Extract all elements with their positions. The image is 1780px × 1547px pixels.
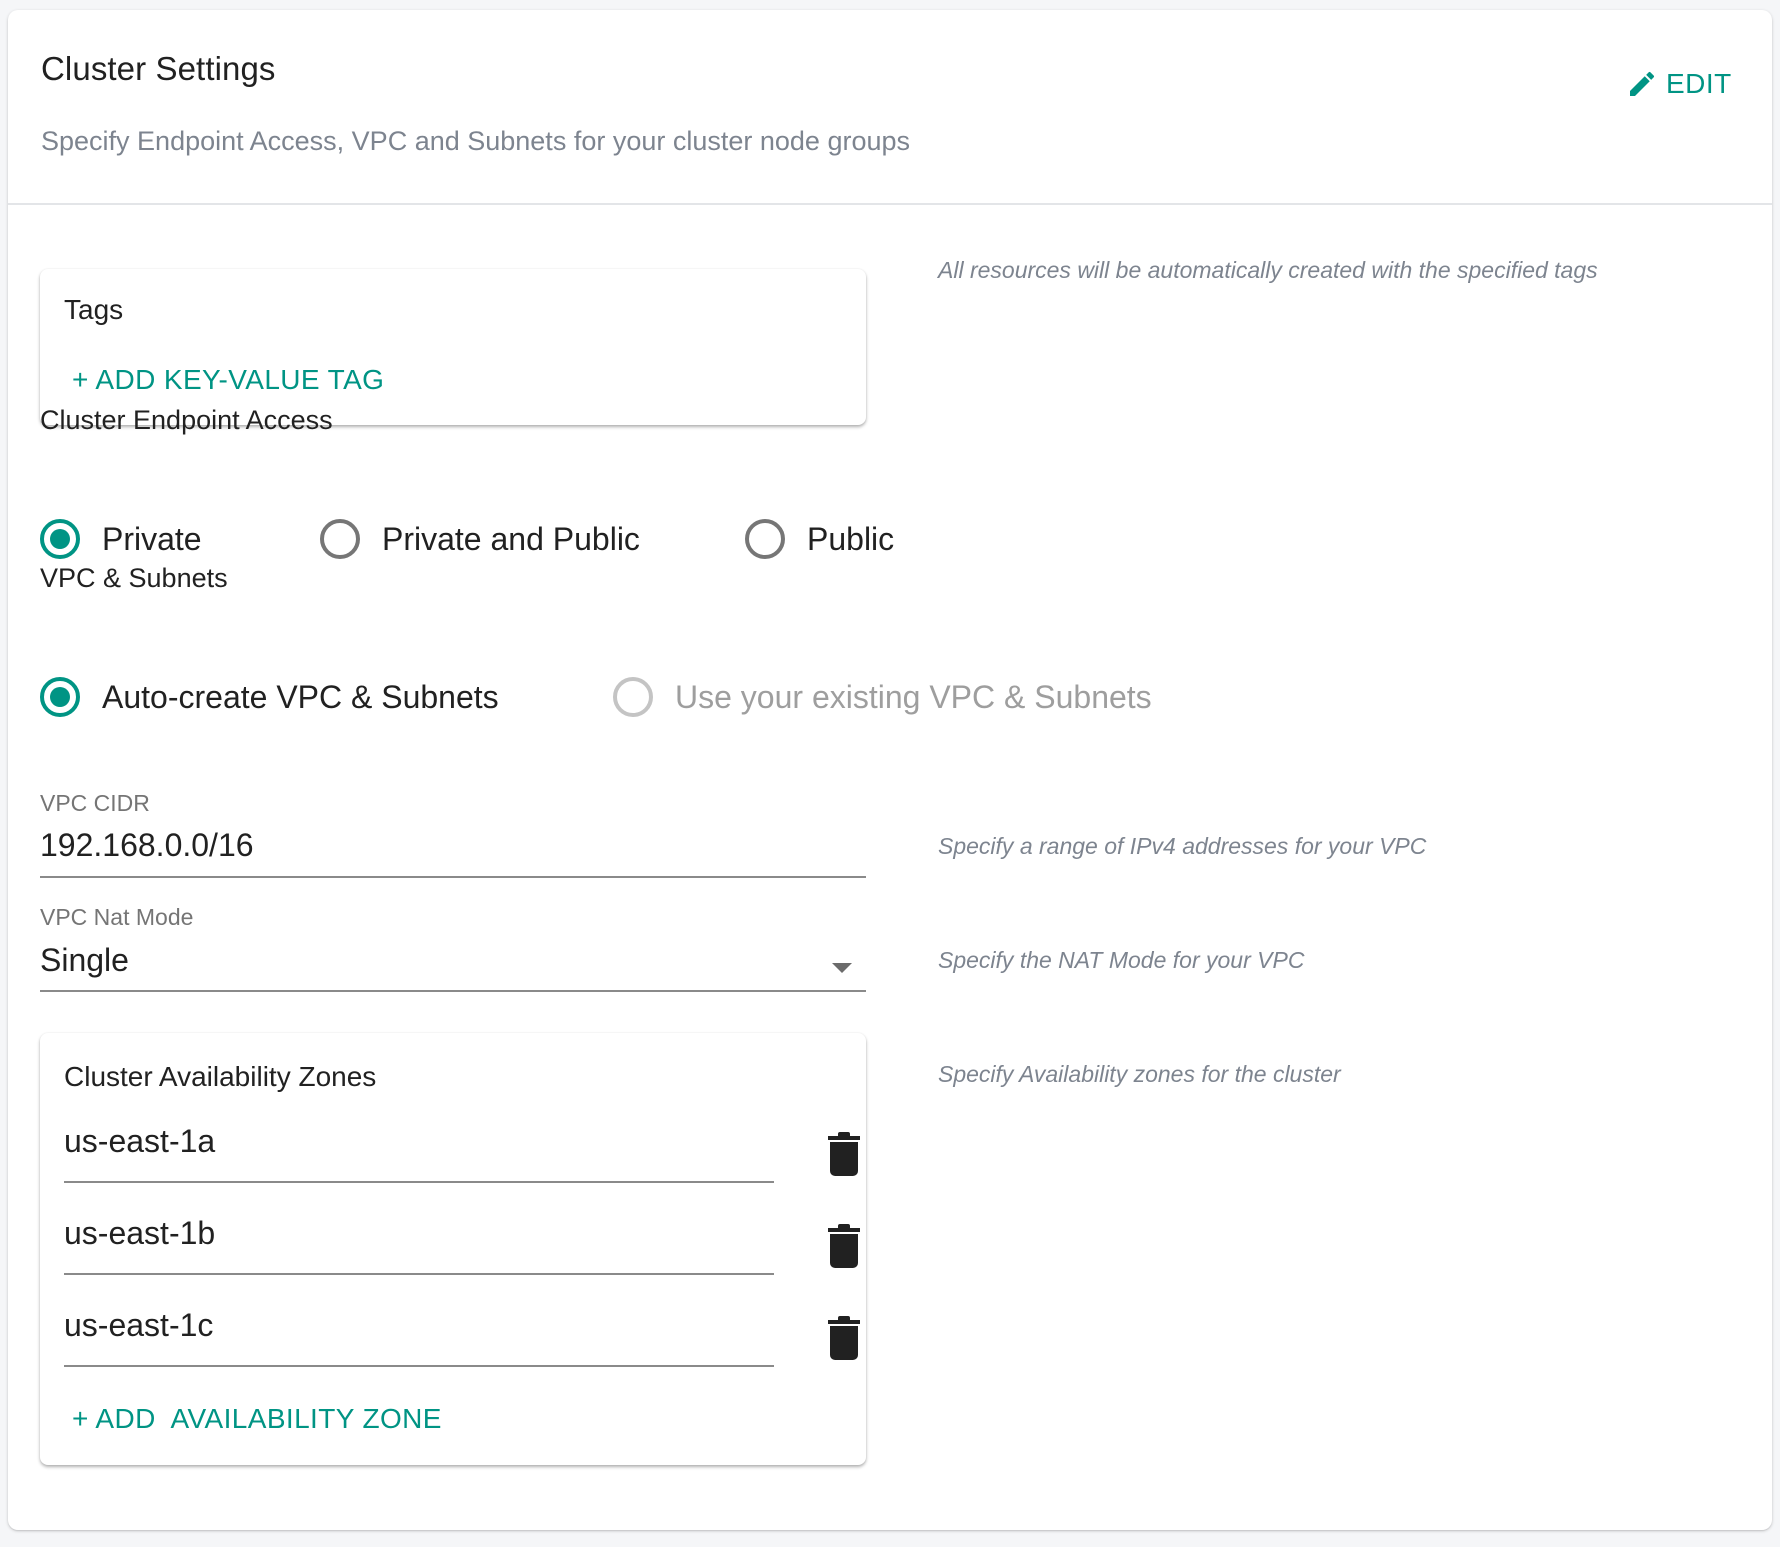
radio-auto-create-vpc[interactable]: Auto-create VPC & Subnets — [40, 677, 499, 717]
tags-title: Tags — [64, 294, 124, 325]
radio-checked-icon — [40, 677, 80, 717]
radio-public[interactable]: Public — [745, 519, 894, 559]
add-availability-zone-button[interactable]: + ADD AVAILABILITY ZONE — [72, 1403, 442, 1435]
vpc-cidr-help-text: Specify a range of IPv4 addresses for yo… — [938, 833, 1427, 859]
availability-zones-help-text: Specify Availability zones for the clust… — [938, 1061, 1341, 1087]
availability-zones-card: Cluster Availability Zones us-east-1a us… — [40, 1033, 866, 1465]
edit-label: EDIT — [1666, 68, 1732, 99]
page-title: Cluster Settings — [41, 50, 276, 87]
nat-mode-underline — [40, 990, 866, 992]
radio-unchecked-icon — [320, 519, 360, 559]
trash-icon[interactable] — [827, 1224, 861, 1268]
input-underline — [64, 1365, 774, 1367]
nat-mode-help-text: Specify the NAT Mode for your VPC — [938, 947, 1305, 973]
availability-zone-value: us-east-1b — [64, 1215, 216, 1251]
dropdown-arrow-icon[interactable] — [832, 963, 852, 973]
input-underline — [64, 1273, 774, 1275]
availability-zone-value: us-east-1c — [64, 1307, 214, 1343]
pencil-icon — [1630, 71, 1655, 96]
radio-label: Private and Public — [382, 520, 640, 557]
availability-zone-input[interactable]: us-east-1b — [64, 1205, 774, 1275]
radio-label: Private — [102, 520, 202, 557]
trash-icon[interactable] — [827, 1316, 861, 1360]
radio-use-existing-vpc: Use your existing VPC & Subnets — [613, 677, 1152, 717]
add-key-value-tag-button[interactable]: + ADD KEY-VALUE TAG — [72, 364, 384, 396]
tags-card: Tags + ADD KEY-VALUE TAG — [40, 269, 866, 425]
radio-unchecked-icon — [613, 677, 653, 717]
cluster-settings-card: Cluster Settings Specify Endpoint Access… — [8, 10, 1772, 1530]
availability-zone-input[interactable]: us-east-1a — [64, 1113, 774, 1183]
nat-mode-select[interactable]: Single — [40, 942, 129, 979]
trash-icon[interactable] — [827, 1132, 861, 1176]
vpc-cidr-underline — [40, 876, 866, 878]
availability-zones-title: Cluster Availability Zones — [64, 1061, 377, 1092]
page-subtitle: Specify Endpoint Access, VPC and Subnets… — [41, 126, 910, 156]
availability-zone-value: us-east-1a — [64, 1123, 216, 1159]
vpc-subnets-label: VPC & Subnets — [40, 563, 228, 593]
radio-label: Public — [807, 520, 895, 557]
radio-checked-icon — [40, 519, 80, 559]
vpc-cidr-label: VPC CIDR — [40, 790, 150, 816]
radio-label: Auto-create VPC & Subnets — [102, 678, 499, 715]
radio-label: Use your existing VPC & Subnets — [675, 678, 1152, 715]
tags-help-text: All resources will be automatically crea… — [938, 257, 1598, 283]
radio-private-and-public[interactable]: Private and Public — [320, 519, 640, 559]
endpoint-access-label: Cluster Endpoint Access — [40, 405, 333, 435]
input-underline — [64, 1181, 774, 1183]
availability-zone-input[interactable]: us-east-1c — [64, 1297, 774, 1367]
radio-private[interactable]: Private — [40, 519, 202, 559]
vpc-cidr-input[interactable]: 192.168.0.0/16 — [40, 827, 254, 864]
radio-unchecked-icon — [745, 519, 785, 559]
nat-mode-label: VPC Nat Mode — [40, 904, 194, 930]
header-divider — [8, 203, 1772, 205]
edit-button[interactable]: EDIT — [1626, 68, 1732, 100]
